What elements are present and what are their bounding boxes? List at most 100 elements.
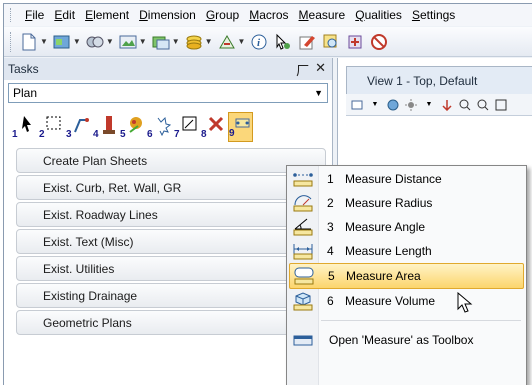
menu-item-measure-distance[interactable]: 1 Measure Distance bbox=[289, 166, 524, 192]
info-button[interactable]: i bbox=[249, 32, 269, 52]
tool-number: 7 bbox=[174, 129, 180, 140]
view-toolbar: ▼ ▼ bbox=[346, 94, 532, 116]
cancel-button[interactable] bbox=[369, 32, 389, 52]
info-icon: i bbox=[249, 32, 269, 52]
menubar-grip[interactable] bbox=[10, 8, 13, 22]
pin-icon[interactable]: ⼚ bbox=[296, 60, 309, 79]
tool-element-selection[interactable]: 1 bbox=[12, 112, 37, 142]
menu-item-number: 2 bbox=[327, 196, 334, 210]
menu-item-number: 4 bbox=[327, 244, 334, 258]
measure-volume-icon bbox=[289, 289, 317, 313]
attributes-button[interactable]: ▼ bbox=[52, 32, 81, 52]
display-icon bbox=[118, 32, 138, 52]
layers-icon bbox=[184, 32, 204, 52]
search-button[interactable] bbox=[321, 32, 341, 52]
tasks-panel: Tasks ⼚ ✕ Plan ▼ 1 2 3 4 5 6 7 8 9 Creat… bbox=[4, 58, 333, 385]
close-icon[interactable]: ✕ bbox=[315, 60, 326, 79]
references-button[interactable]: ▼ bbox=[151, 32, 180, 52]
window-area-icon[interactable] bbox=[494, 98, 508, 112]
sun-icon[interactable] bbox=[404, 98, 418, 112]
task-item[interactable]: Exist. Curb, Ret. Wall, GR bbox=[16, 175, 326, 200]
menu-element[interactable]: Element bbox=[80, 5, 134, 25]
update-view-icon[interactable] bbox=[440, 98, 454, 112]
menu-macros[interactable]: Macros bbox=[244, 5, 293, 25]
layers-button[interactable]: ▼ bbox=[184, 32, 213, 52]
select-button[interactable] bbox=[273, 32, 293, 52]
menu-item-number: 6 bbox=[327, 294, 334, 308]
menu-file[interactable]: File bbox=[20, 5, 49, 25]
chevron-down-icon[interactable]: ▼ bbox=[40, 37, 48, 46]
chevron-down-icon[interactable]: ▼ bbox=[106, 37, 114, 46]
menu-item-measure-radius[interactable]: 2 Measure Radius bbox=[289, 190, 524, 216]
zoom-in-icon[interactable] bbox=[458, 98, 472, 112]
tool-annotate[interactable]: 7 bbox=[174, 112, 199, 142]
select-icon bbox=[273, 32, 293, 52]
tool-measure[interactable]: 9 bbox=[228, 112, 253, 142]
menu-measure[interactable]: Measure bbox=[294, 5, 351, 25]
mouse-cursor-icon bbox=[457, 292, 473, 313]
menu-settings[interactable]: Settings bbox=[407, 5, 460, 25]
workflow-select[interactable]: Plan ▼ bbox=[8, 83, 328, 103]
tool-fence[interactable]: 2 bbox=[39, 112, 64, 142]
tool-place-line[interactable]: 3 bbox=[66, 112, 91, 142]
toolbar-grip[interactable] bbox=[10, 31, 13, 52]
tool-manipulate[interactable]: 4 bbox=[93, 112, 118, 142]
menu-item-measure-length[interactable]: 4 Measure Length bbox=[289, 238, 524, 264]
zoom-out-icon[interactable] bbox=[476, 98, 490, 112]
menu-item-label: Measure Radius bbox=[345, 196, 433, 210]
application-window: File Edit Element Dimension Group Macros… bbox=[3, 3, 532, 385]
chevron-down-icon[interactable]: ▼ bbox=[172, 37, 180, 46]
edit-icon bbox=[297, 32, 317, 52]
search-icon bbox=[321, 32, 341, 52]
measure-length-icon bbox=[289, 239, 317, 263]
task-item[interactable]: Exist. Text (Misc) bbox=[16, 229, 326, 254]
task-item[interactable]: Exist. Roadway Lines bbox=[16, 202, 326, 227]
view-title[interactable]: View 1 - Top, Default bbox=[346, 66, 532, 94]
menu-item-measure-volume[interactable]: 6 Measure Volume bbox=[289, 288, 524, 314]
task-item[interactable]: Create Plan Sheets bbox=[16, 148, 326, 173]
chevron-down-icon[interactable]: ▼ bbox=[314, 88, 323, 98]
new-file-button[interactable]: ▼ bbox=[19, 32, 48, 52]
menu-item-number: 5 bbox=[328, 269, 335, 283]
menu-separator bbox=[321, 320, 521, 321]
workflow-select-value: Plan bbox=[13, 86, 38, 100]
menu-qualities[interactable]: Qualities bbox=[350, 5, 407, 25]
menu-item-measure-angle[interactable]: 3 Measure Angle bbox=[289, 214, 524, 240]
menu-group[interactable]: Group bbox=[201, 5, 244, 25]
chevron-down-icon[interactable]: ▼ bbox=[205, 37, 213, 46]
menu-item-label: Measure Angle bbox=[345, 220, 426, 234]
models-button[interactable]: ▼ bbox=[217, 32, 246, 52]
edit-button[interactable] bbox=[297, 32, 317, 52]
display-button[interactable]: ▼ bbox=[118, 32, 147, 52]
chevron-down-icon[interactable]: ▼ bbox=[73, 37, 81, 46]
levels-button[interactable]: ▼ bbox=[85, 32, 114, 52]
menu-item-open-as-toolbox[interactable]: Open 'Measure' as Toolbox bbox=[289, 326, 524, 354]
chevron-down-icon[interactable]: ▼ bbox=[238, 37, 246, 46]
chevron-down-icon[interactable]: ▼ bbox=[422, 98, 436, 112]
toolbox-icon bbox=[289, 328, 317, 352]
menu-item-label: Measure Area bbox=[346, 269, 421, 283]
tool-drawing-scale[interactable]: 6 bbox=[147, 112, 172, 142]
task-item[interactable]: Existing Drainage bbox=[16, 283, 326, 308]
tool-delete[interactable]: 8 bbox=[201, 112, 226, 142]
task-item[interactable]: Exist. Utilities bbox=[16, 256, 326, 281]
tasks-title: Tasks bbox=[8, 62, 39, 76]
measure-distance-icon bbox=[289, 167, 317, 191]
tool-number: 4 bbox=[93, 129, 99, 140]
chevron-down-icon[interactable]: ▼ bbox=[368, 98, 382, 112]
menu-item-measure-area[interactable]: 5 Measure Area bbox=[289, 263, 524, 289]
menu-dimension[interactable]: Dimension bbox=[134, 5, 201, 25]
task-tool-strip: 1 2 3 4 5 6 7 8 9 bbox=[4, 106, 332, 148]
task-item[interactable]: Geometric Plans bbox=[16, 310, 326, 335]
add-button[interactable] bbox=[345, 32, 365, 52]
menu-item-number: 3 bbox=[327, 220, 334, 234]
view-display-icon[interactable] bbox=[386, 98, 400, 112]
tool-number: 9 bbox=[229, 128, 235, 139]
tool-number: 1 bbox=[12, 129, 18, 140]
menu-edit[interactable]: Edit bbox=[49, 5, 80, 25]
new-file-icon bbox=[19, 32, 39, 52]
view-attributes-icon[interactable] bbox=[350, 98, 364, 112]
chevron-down-icon[interactable]: ▼ bbox=[139, 37, 147, 46]
measure-popup-menu: 1 Measure Distance 2 Measure Radius 3 Me… bbox=[286, 165, 527, 385]
tool-change-attributes[interactable]: 5 bbox=[120, 112, 145, 142]
